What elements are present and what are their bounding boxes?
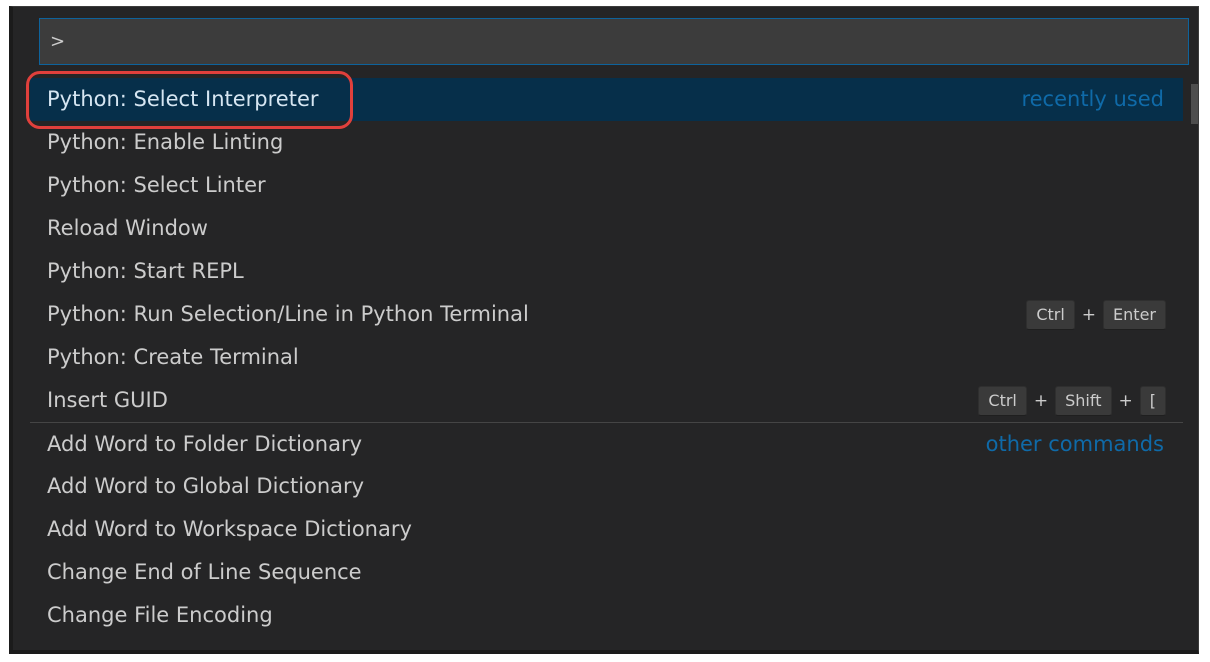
- command-item-add-word-workspace[interactable]: Add Word to Workspace Dictionary: [30, 508, 1183, 551]
- command-item-enable-linting[interactable]: Python: Enable Linting: [30, 121, 1183, 164]
- command-label: Python: Enable Linting: [47, 130, 284, 154]
- command-item-insert-guid[interactable]: Insert GUID Ctrl + Shift + [: [30, 379, 1183, 422]
- command-item-run-selection[interactable]: Python: Run Selection/Line in Python Ter…: [30, 293, 1183, 336]
- command-label: Python: Select Linter: [47, 173, 266, 197]
- command-item-start-repl[interactable]: Python: Start REPL: [30, 250, 1183, 293]
- command-label: Add Word to Workspace Dictionary: [47, 517, 412, 541]
- key-enter: Enter: [1103, 300, 1166, 330]
- recently-used-tag: recently used: [1021, 87, 1164, 111]
- command-input[interactable]: [40, 19, 1188, 64]
- other-commands-tag: other commands: [985, 432, 1164, 456]
- command-list: Python: Select Interpreter recently used…: [30, 78, 1198, 648]
- key-ctrl: Ctrl: [1026, 300, 1075, 330]
- command-input-box[interactable]: [39, 18, 1189, 65]
- command-label: Python: Select Interpreter: [47, 87, 319, 111]
- key-plus: +: [1033, 391, 1049, 411]
- command-label: Add Word to Folder Dictionary: [47, 432, 363, 456]
- command-label: Insert GUID: [47, 388, 168, 412]
- command-palette: Python: Select Interpreter recently used…: [9, 6, 1199, 654]
- key-plus: +: [1118, 391, 1133, 411]
- command-item-change-eol[interactable]: Change End of Line Sequence: [30, 551, 1183, 594]
- key-bracket: [: [1139, 386, 1166, 416]
- list-scrollbar[interactable]: [1191, 84, 1198, 124]
- command-label: Add Word to Global Dictionary: [47, 474, 365, 498]
- keybinding: Ctrl + Enter: [1026, 300, 1166, 330]
- command-item-change-encoding[interactable]: Change File Encoding: [30, 594, 1183, 637]
- key-shift: Shift: [1055, 386, 1112, 416]
- key-plus: +: [1081, 305, 1097, 325]
- command-item-create-terminal[interactable]: Python: Create Terminal: [30, 336, 1183, 379]
- command-item-add-word-folder[interactable]: Add Word to Folder Dictionary other comm…: [30, 422, 1183, 465]
- command-label: Change End of Line Sequence: [47, 560, 362, 584]
- command-item-select-interpreter[interactable]: Python: Select Interpreter recently used: [30, 78, 1183, 121]
- command-label: Python: Start REPL: [47, 259, 244, 283]
- key-ctrl: Ctrl: [978, 386, 1027, 416]
- command-label: Reload Window: [47, 216, 208, 240]
- command-item-select-linter[interactable]: Python: Select Linter: [30, 164, 1183, 207]
- command-label: Python: Create Terminal: [47, 345, 299, 369]
- keybinding: Ctrl + Shift + [: [978, 386, 1166, 416]
- command-item-reload-window[interactable]: Reload Window: [30, 207, 1183, 250]
- command-label: Python: Run Selection/Line in Python Ter…: [47, 302, 529, 326]
- command-item-add-word-global[interactable]: Add Word to Global Dictionary: [30, 465, 1183, 508]
- command-label: Change File Encoding: [47, 603, 273, 627]
